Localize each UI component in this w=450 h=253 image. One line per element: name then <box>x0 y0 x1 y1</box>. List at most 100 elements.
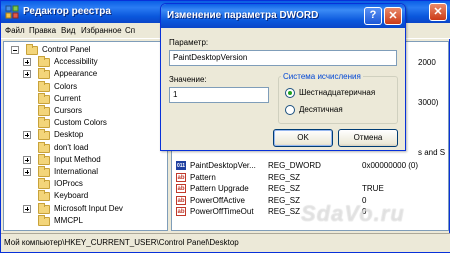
tree-item-label: MMCPL <box>54 215 83 225</box>
list-partial-value: 2000 <box>418 58 436 67</box>
radio-dec[interactable] <box>285 105 295 115</box>
expand-icon[interactable] <box>23 58 31 67</box>
folder-icon <box>38 129 50 141</box>
list-partial-value: s and S <box>418 148 446 157</box>
folder-icon <box>38 214 50 226</box>
tree-item[interactable]: Current <box>4 92 167 105</box>
folder-icon <box>38 141 50 153</box>
watermark: SdaVo.ru <box>301 201 405 226</box>
radio-dec-label[interactable]: Десятичная <box>299 105 343 114</box>
value-row[interactable]: ab Pattern Upgrade REG_SZ TRUE <box>174 183 448 194</box>
cancel-button[interactable]: Отмена <box>338 129 398 147</box>
folder-icon <box>38 190 50 202</box>
regedit-app-icon <box>5 5 19 19</box>
param-name-field: PaintDesktopVersion <box>169 50 397 66</box>
tree-item-label: Current <box>54 93 81 103</box>
menu-view[interactable]: Вид <box>61 26 75 35</box>
folder-icon <box>38 202 50 214</box>
folder-icon <box>38 117 50 129</box>
value-row[interactable]: ab Pattern REG_SZ <box>174 172 448 183</box>
tree-item[interactable]: Input Method <box>4 153 167 166</box>
tree-item-label: Keyboard <box>54 191 89 201</box>
value-type: REG_SZ <box>268 207 301 216</box>
folder-icon <box>38 56 50 68</box>
binary-value-icon: 011 <box>176 161 186 170</box>
tree-item-label: Appearance <box>54 69 98 79</box>
expand-icon[interactable] <box>23 204 31 213</box>
tree-item[interactable]: Cursors <box>4 105 167 117</box>
folder-icon <box>38 68 50 80</box>
tree-item[interactable]: don't load <box>4 141 167 154</box>
folder-icon <box>26 44 38 55</box>
tree-item-label: Control Panel <box>42 45 91 54</box>
tree-item[interactable]: IOProcs <box>4 178 167 190</box>
regedit-close-button[interactable]: ✕ <box>429 3 447 21</box>
tree-item-label: Desktop <box>54 130 84 140</box>
base-groupbox <box>278 76 398 124</box>
tree-item[interactable]: Colors <box>4 80 167 93</box>
string-value-icon: ab <box>176 184 186 193</box>
value-type: REG_SZ <box>268 195 301 205</box>
registry-tree[interactable]: Control Panel Accessibility Appearance Colo… <box>3 41 168 231</box>
value-name: PowerOffTimeOut <box>190 207 254 216</box>
value-name: Pattern Upgrade <box>190 184 249 193</box>
help-icon: ? <box>369 9 377 21</box>
menu-edit[interactable]: Правка <box>29 26 56 35</box>
regedit-title: Редактор реестра <box>23 6 111 17</box>
value-name: PowerOffActive <box>190 195 245 205</box>
value-data: TRUE <box>362 184 384 193</box>
collapse-icon[interactable] <box>11 46 19 54</box>
tree-item[interactable]: MMCPL <box>4 214 167 227</box>
string-value-icon: ab <box>176 195 186 205</box>
edit-dword-dialog: Изменение параметра DWORD ? ✕ Параметр: … <box>160 3 406 151</box>
folder-icon <box>38 166 50 177</box>
tree-item-label: International <box>54 167 99 176</box>
tree-item[interactable]: Accessibility <box>4 56 167 68</box>
value-type: REG_SZ <box>268 172 301 182</box>
menu-favorites[interactable]: Избранное <box>81 26 122 35</box>
radio-hex[interactable] <box>285 88 295 98</box>
folder-icon <box>38 92 50 104</box>
tree-item[interactable]: Custom Colors <box>4 117 167 129</box>
list-partial-value: 3000) <box>418 98 439 107</box>
value-label: Значение: <box>169 75 207 84</box>
tree-item-label: Microsoft Input Dev <box>54 203 123 213</box>
tree-item-label: IOProcs <box>54 179 83 189</box>
dialog-titlebar: Изменение параметра DWORD ? ✕ <box>161 4 405 28</box>
menu-file[interactable]: Файл <box>5 26 25 35</box>
base-group-label: Система исчисления <box>281 72 363 81</box>
radio-hex-label[interactable]: Шестнадцатеричная <box>299 88 375 97</box>
value-name: Pattern <box>190 172 216 182</box>
tree-item-label: Accessibility <box>54 57 98 67</box>
dialog-close-button[interactable]: ✕ <box>384 7 402 25</box>
ok-button[interactable]: OK <box>273 129 333 147</box>
expand-icon[interactable] <box>23 168 31 176</box>
tree-item[interactable]: Desktop <box>4 129 167 141</box>
close-icon: ✕ <box>433 6 443 18</box>
folder-icon <box>38 153 50 165</box>
string-value-icon: ab <box>176 172 186 182</box>
tree-item[interactable]: Keyboard <box>4 190 167 202</box>
expand-icon[interactable] <box>23 70 31 79</box>
value-input[interactable]: 1 <box>169 87 269 103</box>
tree-item[interactable]: Microsoft Input Dev <box>4 202 167 215</box>
value-name: PaintDesktopVer... <box>190 161 256 170</box>
expand-icon[interactable] <box>23 155 31 164</box>
value-data: 0x00000000 (0) <box>362 161 419 170</box>
tree-item[interactable]: Appearance <box>4 68 167 80</box>
value-row[interactable]: 011 PaintDesktopVer... REG_DWORD 0x00000000… <box>174 160 448 171</box>
tree-item-label: Input Method <box>54 154 101 164</box>
status-path: Мой компьютер\HKEY_CURRENT_USER\Control … <box>4 238 239 247</box>
tree-item-label: Cursors <box>54 106 83 115</box>
tree-item[interactable]: Control Panel <box>4 44 167 56</box>
value-type: REG_SZ <box>268 184 301 193</box>
menu-help[interactable]: Сп <box>125 26 135 35</box>
folder-icon <box>38 105 50 116</box>
tree-item-label: don't load <box>54 142 89 152</box>
expand-icon[interactable] <box>23 131 31 140</box>
folder-icon <box>38 178 50 190</box>
dialog-help-button[interactable]: ? <box>364 7 382 25</box>
tree-item-label: Colors <box>54 81 78 91</box>
tree-item[interactable]: International <box>4 166 167 178</box>
close-icon: ✕ <box>388 10 398 22</box>
